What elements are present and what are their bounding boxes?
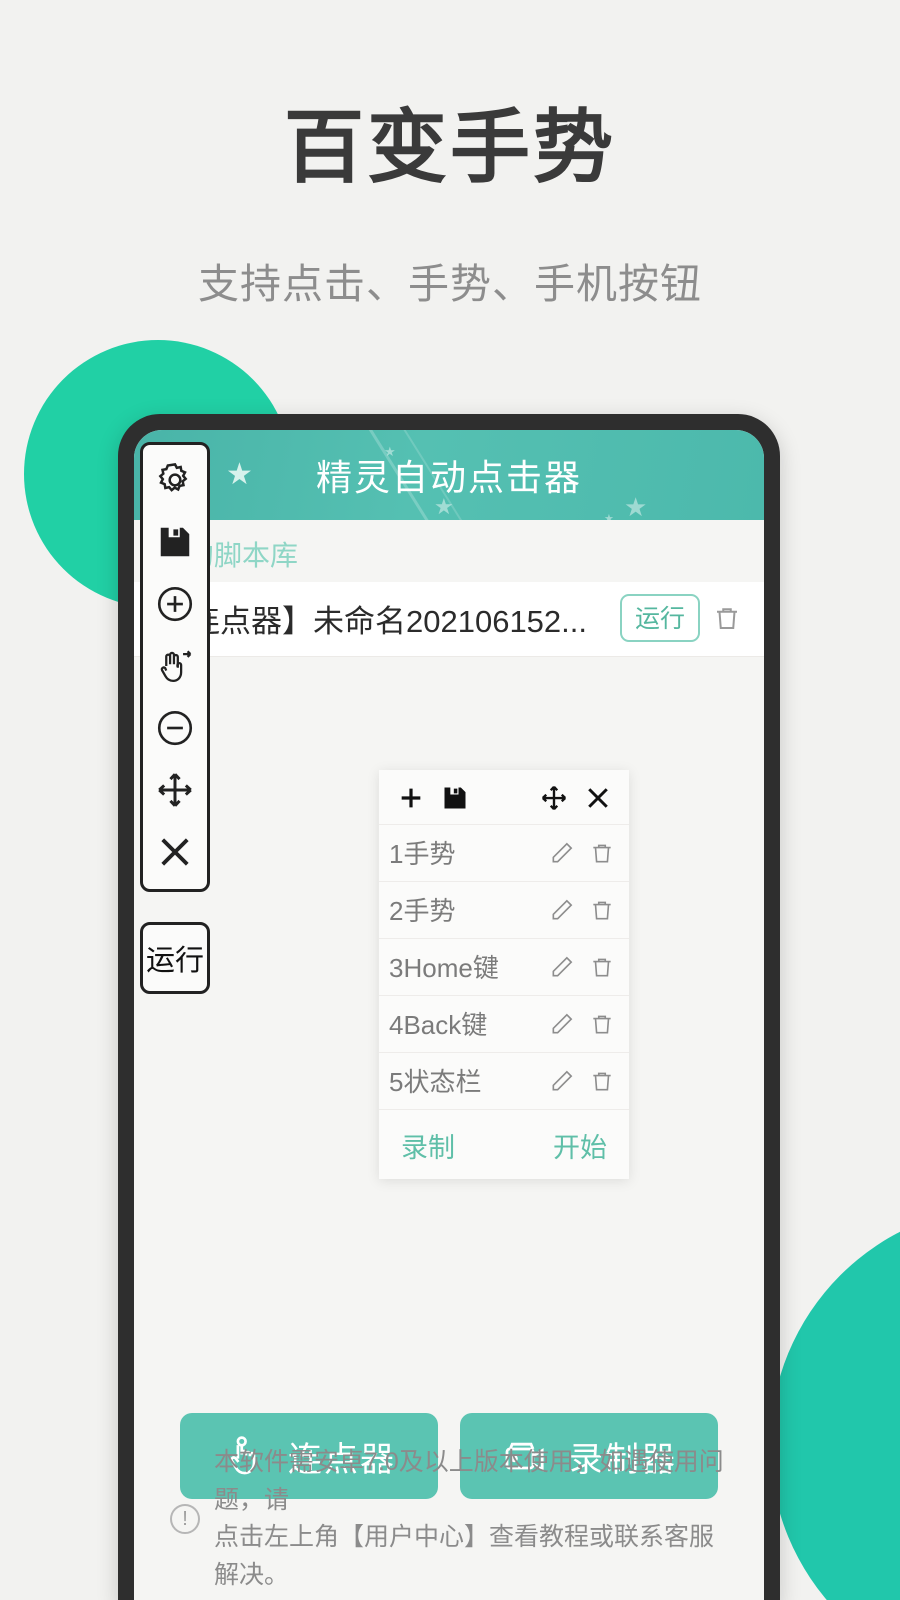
- trash-icon[interactable]: [589, 1011, 615, 1037]
- decorative-circle-bottom-right: [770, 1205, 900, 1600]
- gesture-row[interactable]: 2手势: [379, 881, 629, 938]
- notice-line-2: 点击左上角【用户中心】查看教程或联系客服解决。: [214, 1523, 715, 1589]
- gesture-label: 4Back键: [389, 1010, 488, 1040]
- trash-icon[interactable]: [589, 840, 615, 866]
- page-title: 百变手势: [284, 103, 616, 192]
- library-label: 我的脚本库: [158, 540, 299, 571]
- footer-notice: ! 本软件需安卓7.0及以上版本使用，如遇使用问题，请 点击左上角【用户中心】查…: [134, 1444, 764, 1594]
- close-x-icon[interactable]: [152, 829, 198, 875]
- gesture-label: 3Home键: [389, 953, 499, 983]
- decorative-star-icon: ★: [604, 513, 614, 520]
- gesture-panel-toolbar: [379, 770, 629, 824]
- gesture-label: 2手势: [389, 896, 456, 926]
- trash-icon[interactable]: [712, 602, 742, 634]
- save-floppy-icon[interactable]: [441, 784, 469, 812]
- pencil-icon[interactable]: [549, 1011, 575, 1037]
- plus-circle-icon[interactable]: [152, 581, 198, 627]
- pencil-icon[interactable]: [549, 1068, 575, 1094]
- decorative-star-icon: ★: [434, 494, 454, 519]
- decorative-star-icon: ★: [384, 444, 396, 459]
- notice-line-1: 本软件需安卓7.0及以上版本使用，如遇使用问题，请: [214, 1448, 724, 1514]
- gear-icon[interactable]: [152, 457, 198, 503]
- promo-page: 百变手势 支持点击、手势、手机按钮 ★ ★ ★ ★ ★ 精灵自动点击器 我的脚本…: [0, 0, 900, 1600]
- pencil-icon[interactable]: [549, 840, 575, 866]
- start-button[interactable]: 开始: [553, 1126, 607, 1165]
- phone-mockup: ★ ★ ★ ★ ★ 精灵自动点击器 我的脚本库 【连点器】未命名20210615…: [118, 414, 780, 1600]
- move-arrows-icon[interactable]: [539, 783, 569, 813]
- gesture-row[interactable]: 5状态栏: [379, 1052, 629, 1109]
- plus-icon[interactable]: [395, 782, 427, 814]
- floating-toolbar: [140, 442, 210, 892]
- phone-screen: ★ ★ ★ ★ ★ 精灵自动点击器 我的脚本库 【连点器】未命名20210615…: [134, 430, 764, 1600]
- notice-text: 本软件需安卓7.0及以上版本使用，如遇使用问题，请 点击左上角【用户中心】查看教…: [214, 1444, 734, 1594]
- script-name: 【连点器】未命名202106152...: [158, 603, 588, 639]
- gesture-row[interactable]: 1手势: [379, 824, 629, 881]
- hand-swipe-icon[interactable]: [152, 643, 198, 689]
- gesture-panel-footer: 录制 开始: [379, 1109, 629, 1179]
- pencil-icon[interactable]: [549, 954, 575, 980]
- minus-circle-icon[interactable]: [152, 705, 198, 751]
- gesture-row[interactable]: 4Back键: [379, 995, 629, 1052]
- save-floppy-icon[interactable]: [152, 519, 198, 565]
- gesture-panel: 1手势 2手势 3Home键 4Back键 5状态栏 录制 开始: [379, 770, 629, 1179]
- script-run-button[interactable]: 运行: [619, 594, 700, 642]
- gesture-row[interactable]: 3Home键: [379, 938, 629, 995]
- gesture-label: 1手势: [389, 839, 456, 869]
- floating-run-button[interactable]: 运行: [140, 922, 210, 994]
- trash-icon[interactable]: [589, 897, 615, 923]
- gesture-label: 5状态栏: [389, 1067, 482, 1097]
- trash-icon[interactable]: [589, 1068, 615, 1094]
- script-list-item[interactable]: 【连点器】未命名202106152... 运行: [134, 582, 764, 657]
- pencil-icon[interactable]: [549, 897, 575, 923]
- decorative-star-icon: ★: [624, 492, 648, 520]
- trash-icon[interactable]: [589, 954, 615, 980]
- page-subtitle: 支持点击、手势、手机按钮: [198, 261, 702, 307]
- close-x-icon[interactable]: [583, 783, 613, 813]
- star-icon[interactable]: ★: [226, 460, 253, 490]
- app-bar: ★ ★ ★ ★ ★ 精灵自动点击器: [134, 430, 764, 520]
- info-circle-icon: !: [170, 1504, 200, 1534]
- record-button[interactable]: 录制: [401, 1126, 455, 1165]
- move-arrows-icon[interactable]: [152, 767, 198, 813]
